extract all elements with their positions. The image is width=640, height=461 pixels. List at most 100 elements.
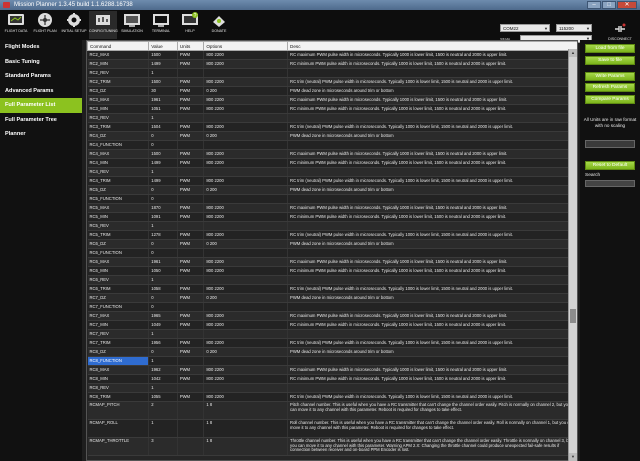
table-row[interactable]: RC8_MAX 1962 PWM 800 2200 RC maximum PWM pul…: [87, 365, 577, 375]
value-cell[interactable]: 1: [148, 383, 178, 393]
table-row[interactable]: RC3_REV 1: [87, 113, 577, 123]
value-cell[interactable]: 1500: [148, 149, 178, 159]
sidebar-item-standard-params[interactable]: Standard Params: [0, 69, 82, 84]
value-cell[interactable]: 1058: [148, 284, 178, 294]
table-row[interactable]: RC3_DZ 30 PWM 0 200 PWM dead zone in microse…: [87, 86, 577, 96]
table-row[interactable]: RC7_MIN 1049 PWM 800 2200 RC minimum PWM pul…: [87, 320, 577, 330]
value-cell[interactable]: 3: [148, 437, 178, 456]
scroll-up-arrow-icon[interactable]: ▲: [569, 49, 577, 57]
table-row[interactable]: RC7_MAX 1965 PWM 800 2200 RC maximum PWM pul…: [87, 311, 577, 321]
search-input[interactable]: [585, 180, 635, 187]
table-row[interactable]: RC3_MIN 1051 PWM 800 2200 RC minimum PWM pul…: [87, 104, 577, 114]
value-cell[interactable]: 1962: [148, 365, 178, 375]
sidebar-item-flight-modes[interactable]: Flight Modes: [0, 40, 82, 55]
value-cell[interactable]: 1870: [148, 203, 178, 213]
value-cell[interactable]: 1: [148, 356, 178, 366]
value-cell[interactable]: 1961: [148, 257, 178, 267]
write-params-button[interactable]: Write Params: [585, 72, 635, 81]
value-cell[interactable]: 1: [148, 113, 178, 123]
column-header-command[interactable]: Command: [87, 41, 150, 51]
refresh-params-button[interactable]: Refresh Params: [585, 83, 635, 92]
disconnect-button[interactable]: DISCONNECT: [602, 23, 638, 41]
scroll-thumb[interactable]: [570, 309, 576, 323]
toolbar-help-button[interactable]: ? HELP: [176, 11, 204, 39]
value-cell[interactable]: 1504: [148, 122, 178, 132]
table-row[interactable]: RC7_DZ 0 PWM 0 200 PWM dead zone in microsec…: [87, 293, 577, 303]
sidebar-item-advanced-params[interactable]: Advanced Params: [0, 84, 82, 99]
value-cell[interactable]: 1: [148, 68, 178, 78]
sidebar-item-planner[interactable]: Planner: [0, 127, 82, 142]
table-row[interactable]: RCMAP_THROTTLE 3 1 8 Throttle channel numbe…: [87, 437, 577, 456]
toolbar-donate-button[interactable]: DONATE: [205, 11, 233, 39]
value-cell[interactable]: 1: [148, 167, 178, 177]
table-row[interactable]: RC2_MAX 1500 PWM 800 2200 RC maximum PWM pul…: [87, 50, 577, 60]
value-cell[interactable]: 0: [148, 131, 178, 141]
table-row[interactable]: RC4_REV 1: [87, 167, 577, 177]
table-row[interactable]: RC4_TRIM 1499 PWM 800 2200 RC trim (neutral)…: [87, 176, 577, 186]
value-cell[interactable]: 0: [148, 302, 178, 312]
value-cell[interactable]: 0: [148, 293, 178, 303]
table-row[interactable]: RC5_MIN 1091 PWM 800 2200 RC minimum PWM pul…: [87, 212, 577, 222]
value-cell[interactable]: 1500: [148, 77, 178, 87]
value-cell[interactable]: 1055: [148, 392, 178, 402]
value-cell[interactable]: 1042: [148, 374, 178, 384]
sidebar-item-full-parameter-tree[interactable]: Full Parameter Tree: [0, 113, 82, 128]
value-cell[interactable]: 1: [148, 275, 178, 285]
value-cell[interactable]: 1: [148, 329, 178, 339]
table-row[interactable]: RC4_FUNCTION 0: [87, 140, 577, 150]
minimize-button[interactable]: –: [587, 1, 601, 9]
table-row[interactable]: RC5_DZ 0 PWM 0 200 PWM dead zone in microsec…: [87, 185, 577, 195]
toolbar-initial-setup-button[interactable]: INITIAL SETUP: [60, 11, 88, 39]
value-cell[interactable]: 30: [148, 86, 178, 96]
save-to-file-button[interactable]: Save to file: [585, 56, 635, 65]
close-button[interactable]: ✕: [617, 1, 637, 9]
table-row[interactable]: RC8_FUNCTION 1: [87, 356, 577, 366]
toolbar-flight-plan-button[interactable]: FLIGHT PLAN: [31, 11, 59, 39]
value-cell[interactable]: 1965: [148, 311, 178, 321]
value-cell[interactable]: 1499: [148, 176, 178, 186]
table-row[interactable]: RC8_DZ 0 PWM 0 200 PWM dead zone in microsec…: [87, 347, 577, 357]
table-row[interactable]: RC7_FUNCTION 0: [87, 302, 577, 312]
table-row[interactable]: RC7_TRIM 1956 PWM 800 2200 RC trim (neutral)…: [87, 338, 577, 348]
value-cell[interactable]: 1: [148, 419, 178, 438]
table-row[interactable]: RC3_MAX 1961 PWM 800 2200 RC maximum PWM pul…: [87, 95, 577, 105]
value-cell[interactable]: 0: [148, 194, 178, 204]
table-row[interactable]: RC2_REV 1: [87, 68, 577, 78]
table-row[interactable]: RC4_DZ 0 PWM 0 200 PWM dead zone in microsec…: [87, 131, 577, 141]
value-cell[interactable]: 1961: [148, 95, 178, 105]
value-cell[interactable]: 2: [148, 401, 178, 420]
table-row[interactable]: RC6_TRIM 1058 PWM 800 2200 RC trim (neutral)…: [87, 284, 577, 294]
toolbar-terminal-button[interactable]: TERMINAL: [147, 11, 175, 39]
table-row[interactable]: RC5_TRIM 1278 PWM 800 2200 RC trim (neutral)…: [87, 230, 577, 240]
param-file-select[interactable]: [585, 140, 635, 148]
sidebar-item-basic-tuning[interactable]: Basic Tuning: [0, 55, 82, 70]
value-cell[interactable]: 1091: [148, 212, 178, 222]
value-cell[interactable]: 0: [148, 140, 178, 150]
value-cell[interactable]: 1050: [148, 266, 178, 276]
table-row[interactable]: RC2_MIN 1499 PWM 800 2200 RC minimum PWM pul…: [87, 59, 577, 69]
table-row[interactable]: RC6_FUNCTION 0: [87, 248, 577, 258]
value-cell[interactable]: 0: [148, 347, 178, 357]
table-row[interactable]: RC5_MAX 1870 PWM 800 2200 RC maximum PWM pul…: [87, 203, 577, 213]
table-row[interactable]: RC5_REV 1: [87, 221, 577, 231]
sidebar-item-full-parameter-list[interactable]: Full Parameter List: [0, 98, 82, 113]
column-header-value[interactable]: Value: [148, 41, 178, 51]
value-cell[interactable]: 0: [148, 185, 178, 195]
load-from-file-button[interactable]: Load from file: [585, 44, 635, 53]
scroll-down-arrow-icon[interactable]: ▼: [569, 453, 577, 461]
toolbar-flight-data-button[interactable]: FLIGHT DATA: [2, 11, 30, 39]
maximize-button[interactable]: □: [602, 1, 616, 9]
value-cell[interactable]: 1499: [148, 158, 178, 168]
value-cell[interactable]: 1049: [148, 320, 178, 330]
column-header-desc[interactable]: Desc: [287, 41, 577, 51]
table-row[interactable]: RC8_MIN 1042 PWM 800 2200 RC minimum PWM pul…: [87, 374, 577, 384]
value-cell[interactable]: 1500: [148, 50, 178, 60]
table-row[interactable]: RC8_REV 1: [87, 383, 577, 393]
reset-to-default-button[interactable]: Reset to Default: [585, 161, 635, 170]
table-row[interactable]: RC5_FUNCTION 0: [87, 194, 577, 204]
value-cell[interactable]: 1499: [148, 59, 178, 69]
value-cell[interactable]: 0: [148, 248, 178, 258]
toolbar-config-tuning-button[interactable]: CONFIG/TUNING: [89, 11, 118, 39]
table-row[interactable]: RC7_REV 1: [87, 329, 577, 339]
table-row[interactable]: RC6_REV 1: [87, 275, 577, 285]
